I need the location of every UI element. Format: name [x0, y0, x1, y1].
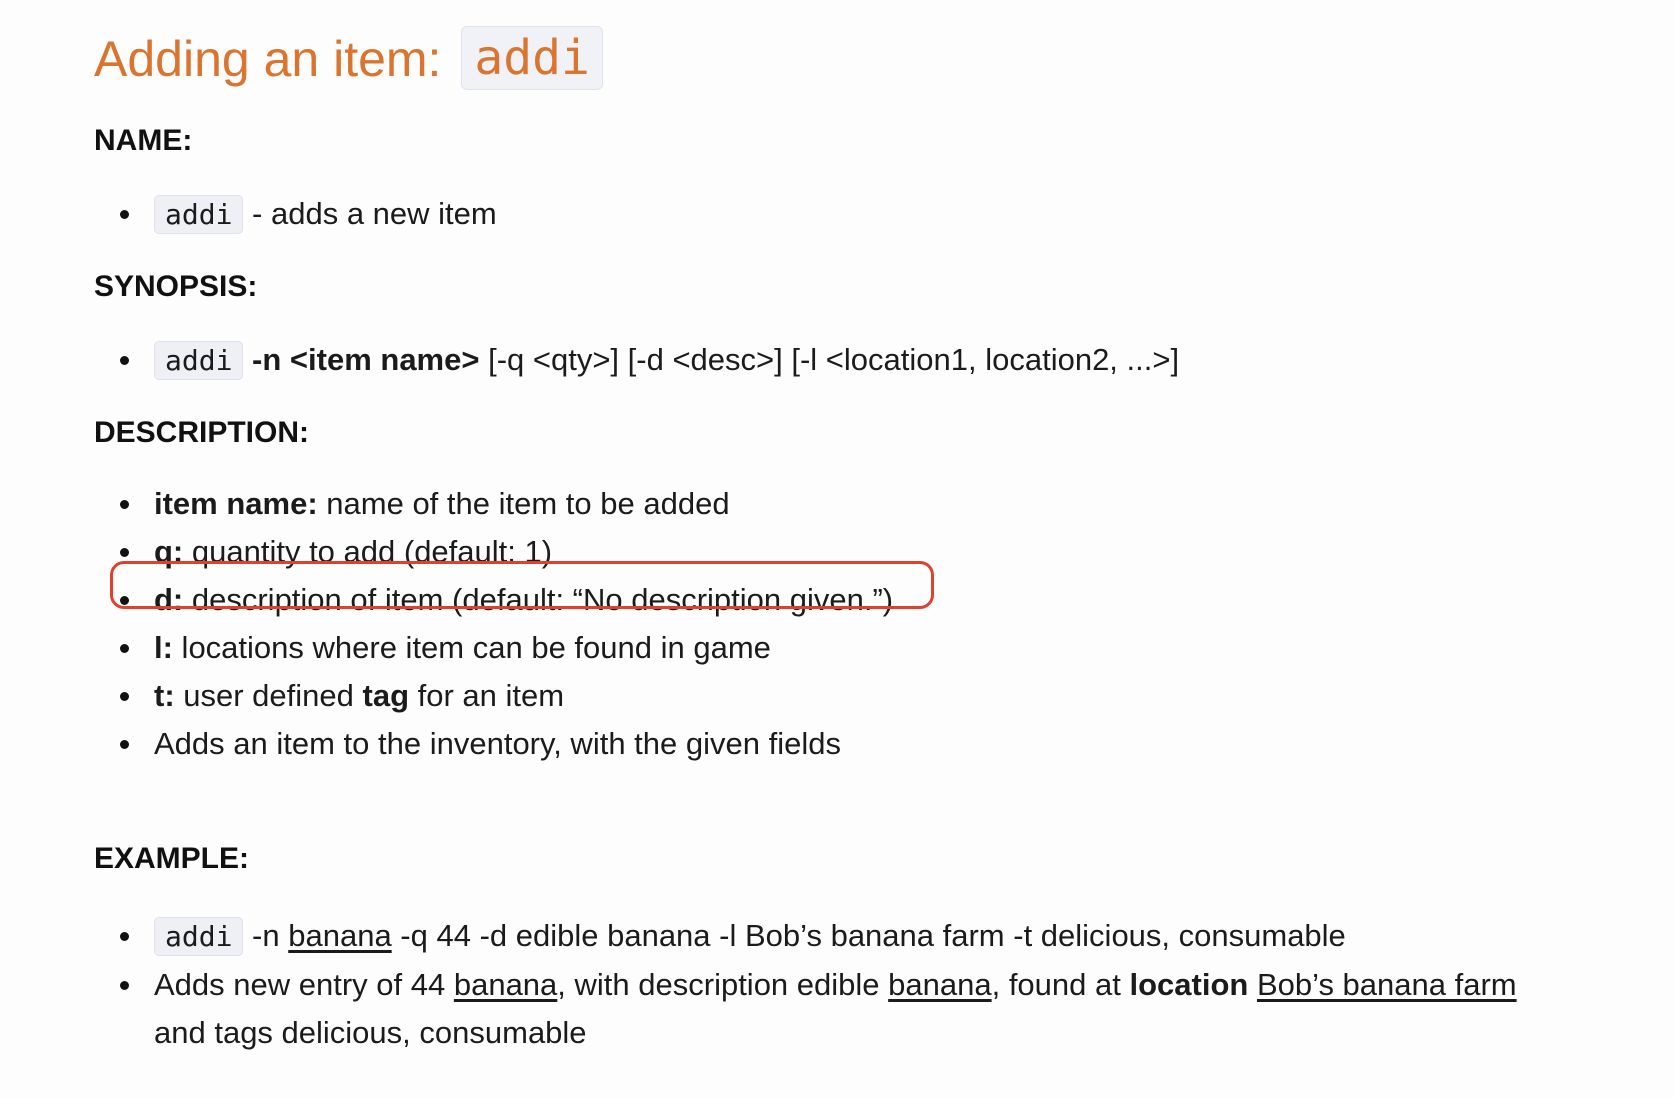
- name-heading: NAME:: [94, 124, 193, 157]
- page-title: Adding an item: addi: [94, 26, 603, 92]
- list-item: Adds an item to the inventory, with the …: [0, 720, 893, 768]
- example-heading: EXAMPLE:: [94, 842, 250, 875]
- page-title-command: addi: [461, 26, 603, 90]
- list-item: Adds new entry of 44 banana, with descri…: [0, 961, 1544, 1057]
- list-item: addi - adds a new item: [0, 190, 497, 239]
- list-item: l: locations where item can be found in …: [0, 624, 893, 672]
- inline-code: addi: [154, 917, 244, 956]
- synopsis-list: addi -n <item name> [-q <qty>] [-d <desc…: [0, 336, 1179, 385]
- link-banana[interactable]: banana: [288, 918, 391, 953]
- page-title-text: Adding an item:: [94, 31, 442, 87]
- inline-code: addi: [154, 341, 244, 380]
- description-heading: DESCRIPTION:: [94, 416, 310, 449]
- link-banana[interactable]: banana: [454, 967, 557, 1002]
- list-item: addi -n banana -q 44 -d edible banana -l…: [0, 912, 1544, 961]
- example-list: addi -n banana -q 44 -d edible banana -l…: [0, 912, 1544, 1057]
- name-list: addi - adds a new item: [0, 190, 497, 239]
- synopsis-heading: SYNOPSIS:: [94, 270, 258, 303]
- inline-code: addi: [154, 195, 244, 234]
- list-item: addi -n <item name> [-q <qty>] [-d <desc…: [0, 336, 1179, 385]
- link-bobs-banana-farm[interactable]: Bob’s banana farm: [1257, 967, 1517, 1002]
- list-item: t: user defined tag for an item: [0, 672, 893, 720]
- document-page: Adding an item: addi NAME: addi - adds a…: [0, 0, 1674, 1098]
- list-item: q: quantity to add (default: 1): [0, 528, 893, 576]
- list-item: d: description of item (default: “No des…: [0, 576, 893, 624]
- link-banana[interactable]: banana: [888, 967, 991, 1002]
- list-item: item name: name of the item to be added: [0, 480, 893, 528]
- description-list: item name: name of the item to be added …: [0, 480, 893, 768]
